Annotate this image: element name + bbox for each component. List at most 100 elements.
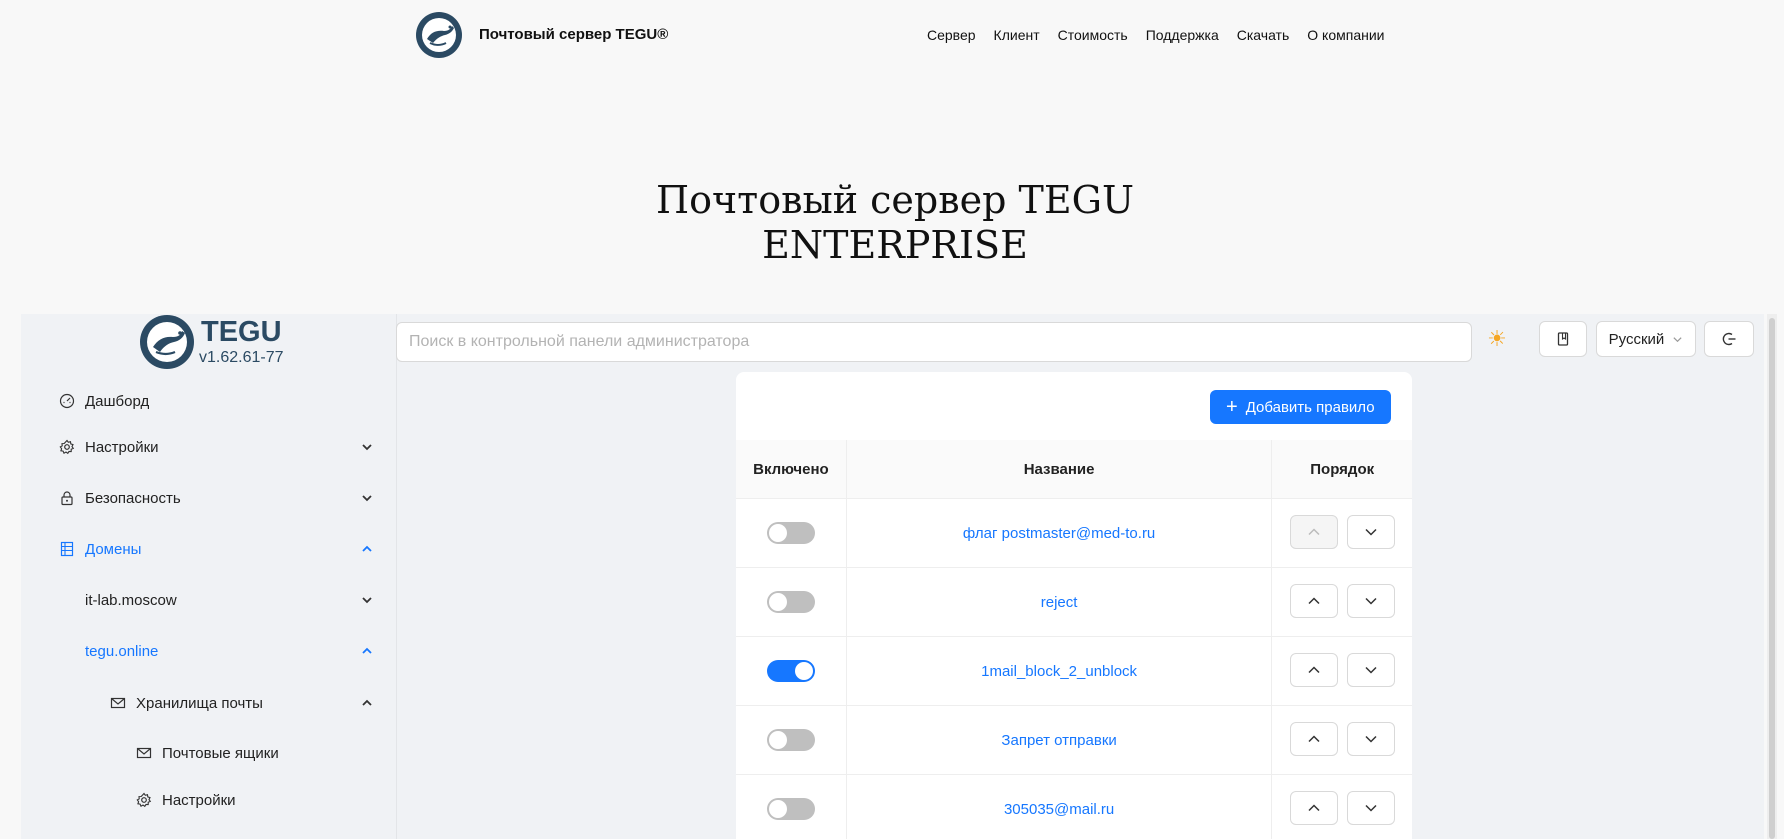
sidebar-item-tegu-online[interactable]: tegu.online: [21, 631, 396, 671]
app-brand: TEGU: [201, 316, 282, 348]
add-rule-label: Добавить правило: [1245, 398, 1375, 416]
table-cell: 1mail_block_2_unblock: [846, 636, 1273, 706]
chevron-up-icon: [361, 543, 373, 555]
sidebar-item-settings[interactable]: Настройки: [21, 427, 396, 467]
hero-title: Почтовый сервер TEGU ENTERPRISE: [0, 178, 1784, 268]
admin-search-input[interactable]: [396, 322, 1472, 362]
plus-icon: +: [1226, 396, 1238, 418]
logout-icon: [1721, 331, 1737, 347]
sidebar-item-label: Дашборд: [85, 392, 150, 410]
sidebar-item-label: it-lab.moscow: [85, 591, 177, 609]
scrollbar-thumb[interactable]: [1769, 318, 1775, 839]
table-header-row: Включено Название Порядок: [736, 440, 1412, 499]
sidebar-item-mail-storage[interactable]: Хранилища почты: [21, 683, 396, 723]
chevron-down-icon: [361, 441, 373, 453]
table-row: reject: [736, 567, 1412, 637]
vertical-scrollbar[interactable]: [1767, 314, 1777, 839]
move-up-button[interactable]: [1290, 722, 1339, 756]
nav-link-support[interactable]: Поддержка: [1146, 27, 1219, 43]
table-cell: [1271, 636, 1412, 706]
chevron-up-icon: [1307, 732, 1321, 746]
rule-enabled-toggle[interactable]: [766, 660, 815, 682]
table-cell: reject: [846, 567, 1273, 637]
dashboard-icon: [59, 393, 75, 409]
site-nav: Сервер Клиент Стоимость Поддержка Скачат…: [927, 27, 1384, 43]
chevron-down-icon: [361, 594, 373, 606]
rule-name-link[interactable]: Запрет отправки: [1001, 732, 1116, 749]
sidebar-item-label: Хранилища почты: [136, 694, 263, 712]
move-up-button[interactable]: [1290, 653, 1339, 687]
sidebar-item-domains[interactable]: Домены: [21, 529, 396, 569]
hero-title-line1: Почтовый сервер TEGU: [656, 178, 1134, 222]
move-down-button[interactable]: [1347, 722, 1396, 756]
toggle-knob: [768, 593, 787, 611]
table-cell: [1271, 567, 1412, 637]
move-down-button[interactable]: [1347, 653, 1396, 687]
site-brand[interactable]: Почтовый сервер TEGU®: [479, 26, 668, 43]
sidebar-item-dashboard[interactable]: Дашборд: [21, 381, 396, 421]
rule-name-link[interactable]: флаг postmaster@med-to.ru: [963, 525, 1155, 542]
table-cell: Запрет отправки: [846, 705, 1273, 775]
column-header-order[interactable]: Порядок: [1271, 440, 1412, 499]
hero-title-line2: ENTERPRISE: [762, 223, 1028, 267]
table-cell: [736, 705, 847, 775]
chevron-up-icon: [1307, 663, 1321, 677]
sidebar-item-mailboxes[interactable]: Почтовые ящики: [21, 733, 396, 773]
sidebar-item-security[interactable]: Безопасность: [21, 478, 396, 518]
rule-enabled-toggle[interactable]: [766, 729, 815, 751]
add-rule-button[interactable]: + Добавить правило: [1210, 390, 1391, 424]
chevron-down-icon: [1672, 334, 1683, 345]
rule-enabled-toggle[interactable]: [766, 798, 815, 820]
rule-name-link[interactable]: 1mail_block_2_unblock: [981, 663, 1137, 680]
app-version: v1.62.61-77: [199, 349, 284, 366]
table-row: 305035@mail.ru: [736, 774, 1412, 839]
move-up-button[interactable]: [1290, 791, 1339, 825]
sun-icon[interactable]: ☀: [1484, 326, 1510, 352]
chevron-up-icon: [1307, 525, 1321, 539]
gear-icon: [136, 792, 152, 808]
rule-name-link[interactable]: 305035@mail.ru: [1004, 801, 1114, 818]
language-select[interactable]: Русский: [1596, 321, 1696, 357]
nav-link-server[interactable]: Сервер: [927, 27, 976, 43]
sidebar-item-label: Почтовые ящики: [162, 744, 279, 762]
nav-link-pricing[interactable]: Стоимость: [1058, 27, 1128, 43]
move-down-button[interactable]: [1347, 515, 1396, 549]
column-header-name[interactable]: Название: [846, 440, 1273, 499]
chevron-up-icon: [361, 645, 373, 657]
rule-name-link[interactable]: reject: [1041, 594, 1078, 611]
move-down-button[interactable]: [1347, 791, 1396, 825]
docs-button[interactable]: [1539, 321, 1587, 357]
sidebar-item-label: Домены: [85, 540, 142, 558]
table-cell: [736, 567, 847, 637]
nav-link-client[interactable]: Клиент: [994, 27, 1040, 43]
rule-enabled-toggle[interactable]: [766, 591, 815, 613]
mail-icon: [110, 695, 126, 711]
move-up-button[interactable]: [1290, 584, 1339, 618]
nav-link-download[interactable]: Скачать: [1237, 27, 1290, 43]
table-cell: [736, 774, 847, 839]
logout-button[interactable]: [1704, 321, 1754, 357]
toggle-knob: [768, 524, 787, 542]
chevron-down-icon: [1364, 594, 1378, 608]
rule-enabled-toggle[interactable]: [766, 522, 815, 544]
sidebar: TEGU v1.62.61-77 Дашборд Настройки Безоп…: [21, 314, 397, 839]
sidebar-item-it-lab-moscow[interactable]: it-lab.moscow: [21, 580, 396, 620]
table-row: Запрет отправки: [736, 705, 1412, 775]
domains-icon: [59, 541, 75, 557]
move-up-button[interactable]: [1290, 515, 1339, 549]
sidebar-item-domain-settings[interactable]: Настройки: [21, 780, 396, 820]
nav-link-about[interactable]: О компании: [1307, 27, 1384, 43]
chevron-down-icon: [1364, 663, 1378, 677]
sidebar-item-label: Безопасность: [85, 489, 181, 507]
table-cell: [1271, 774, 1412, 839]
rules-card: + Добавить правило Включено Название Пор…: [736, 372, 1412, 839]
sidebar-item-label: Настройки: [162, 791, 236, 809]
table-row: флаг postmaster@med-to.ru: [736, 498, 1412, 568]
column-header-enabled[interactable]: Включено: [736, 440, 847, 499]
table-cell: 305035@mail.ru: [846, 774, 1273, 839]
tegu-logo-icon[interactable]: [416, 12, 462, 58]
gear-icon: [59, 439, 75, 455]
move-down-button[interactable]: [1347, 584, 1396, 618]
language-value: Русский: [1608, 330, 1665, 348]
table-cell: [736, 498, 847, 568]
